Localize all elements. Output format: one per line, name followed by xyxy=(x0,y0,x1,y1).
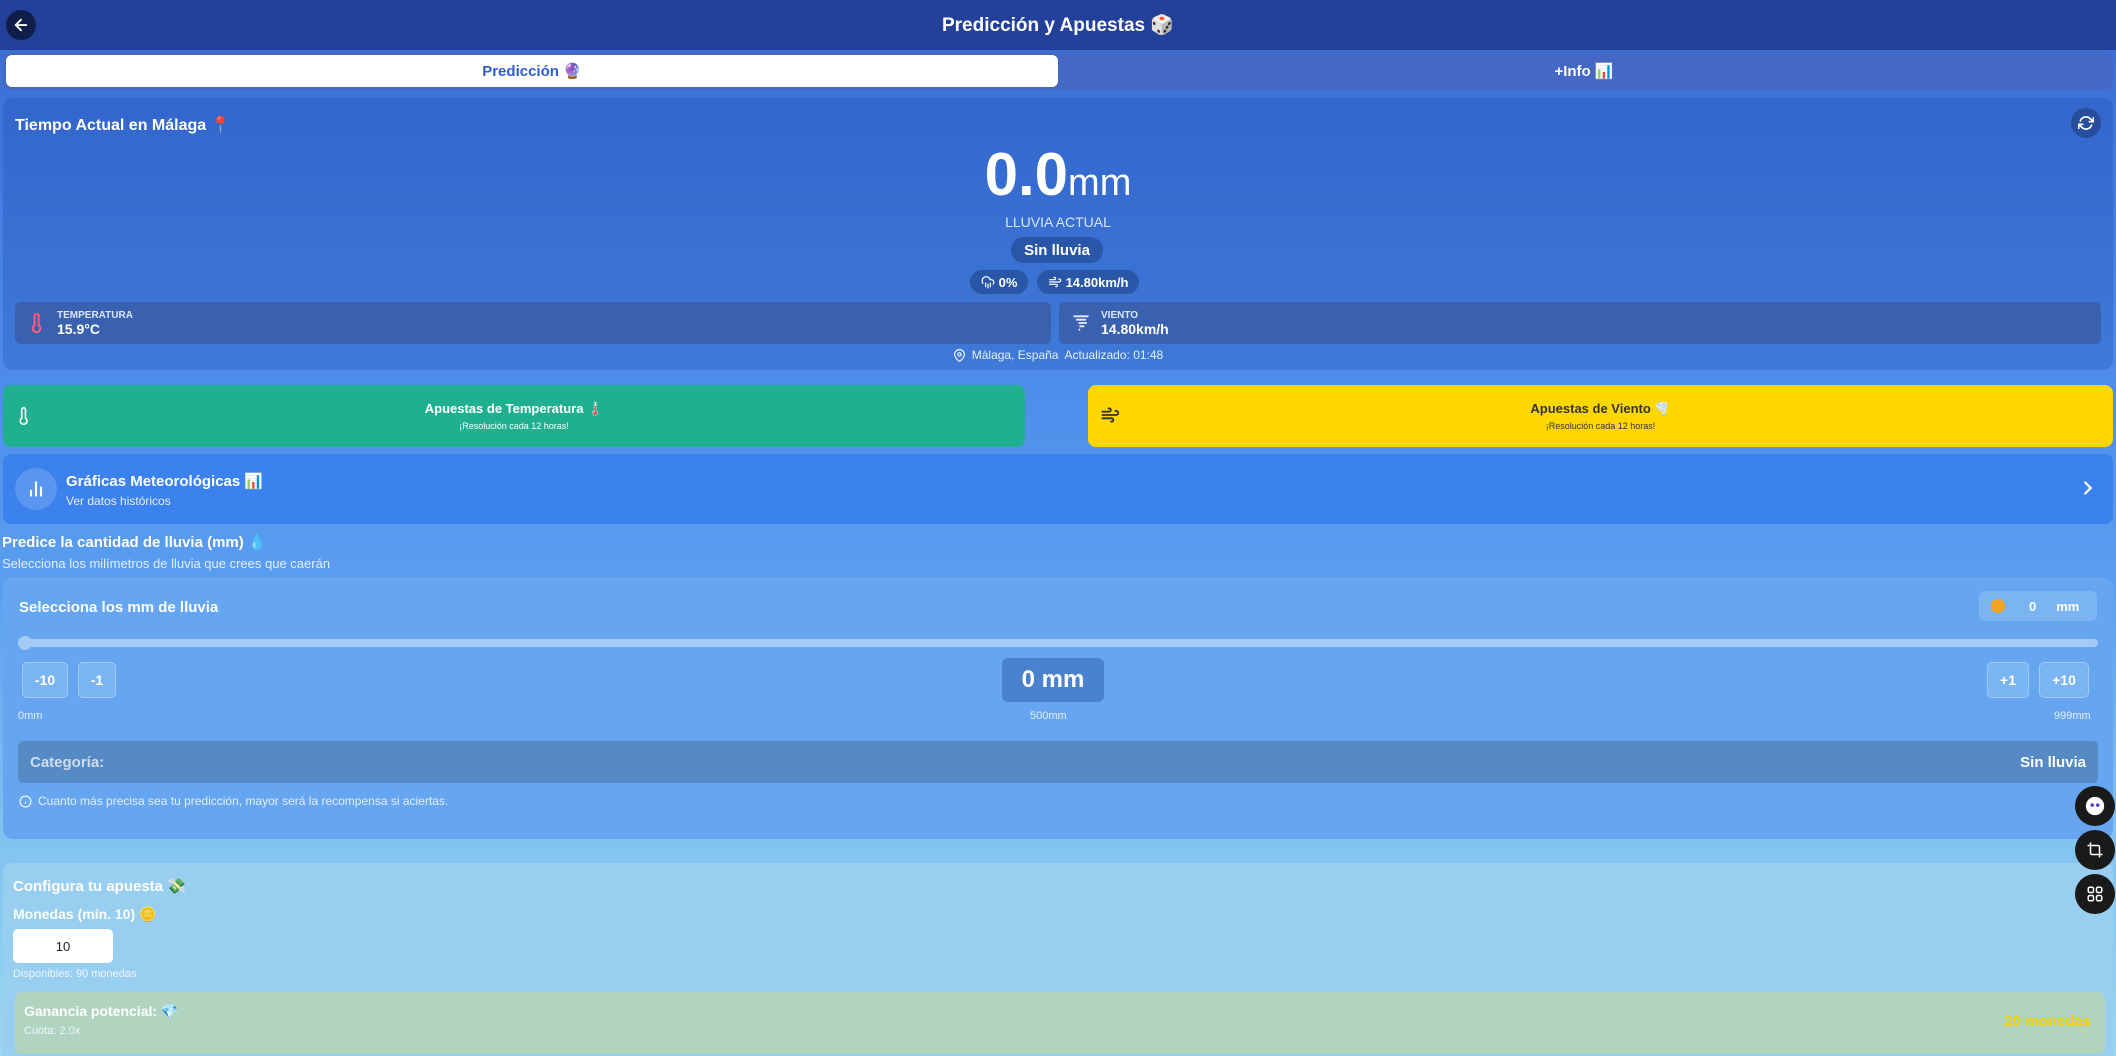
tab-info[interactable]: +Info 📊 xyxy=(1058,55,2110,87)
temperature-value: 15.9°C xyxy=(57,320,100,337)
precision-hint: Cuanto más precisa sea tu predicción, ma… xyxy=(19,794,448,808)
tab-prediccion[interactable]: Predicción 🔮 xyxy=(6,55,1058,87)
crop-button[interactable] xyxy=(2075,830,2115,870)
thermometer-icon xyxy=(31,313,42,333)
weather-title: Tiempo Actual en Málaga 📍 xyxy=(15,117,231,134)
updated-text: Actualizado: 01:48 xyxy=(1064,348,1164,362)
current-weather-card: Tiempo Actual en Málaga 📍 0.0mm LLUVIA A… xyxy=(3,98,2113,370)
gain-value: 20 monedas xyxy=(2004,1013,2091,1030)
scale-min-label: 0mm xyxy=(18,710,43,722)
cloud-rain-icon xyxy=(981,276,994,289)
page-title: Predicción y Apuestas 🎲 xyxy=(941,15,1175,36)
bar-chart-icon xyxy=(15,468,57,510)
wind-stat: VIENTO 14.80km/h xyxy=(1059,302,2101,344)
category-value: Sin lluvia xyxy=(2020,753,2086,771)
back-button[interactable] xyxy=(6,10,36,40)
grid-icon xyxy=(2087,886,2103,902)
temperature-bets-subtitle: ¡Resolución cada 12 horas! xyxy=(459,421,569,431)
predict-title: Predice la cantidad de lluvia (mm) 💧 xyxy=(2,534,267,551)
temperature-label: TEMPERATURA xyxy=(57,309,133,321)
rain-probability: 0% xyxy=(998,274,1018,290)
wind-icon xyxy=(1048,276,1061,288)
mm-unit: mm xyxy=(2056,598,2080,614)
charts-subtitle: Ver datos históricos xyxy=(66,494,171,508)
category-bar: Categoría: Sin lluvia xyxy=(18,741,2098,783)
rain-probability-pill: 0% xyxy=(970,270,1028,294)
wind-pill: 14.80km/h xyxy=(1037,270,1139,294)
gain-label: Ganancia potencial: 💎 xyxy=(24,1003,179,1019)
map-pin-icon xyxy=(953,348,965,362)
minus-1-button[interactable]: -1 xyxy=(78,662,116,698)
slider-title: Selecciona los mm de lluvia xyxy=(19,599,219,616)
available-coins: Disponibles: 90 monedas xyxy=(13,968,137,980)
tornado-icon xyxy=(1073,315,1089,331)
arrow-left-icon xyxy=(14,18,28,32)
weather-charts-link[interactable]: Gráficas Meteorológicas 📊 Ver datos hist… xyxy=(3,454,2113,524)
rain-label: LLUVIA ACTUAL xyxy=(1005,214,1111,230)
info-icon xyxy=(19,795,32,807)
category-label: Categoría: xyxy=(30,753,105,771)
bet-config-card: Configura tu apuesta 💸 Monedas (mín. 10)… xyxy=(3,863,2113,1056)
mm-value-box: 0 mm xyxy=(1979,591,2097,621)
rain-number: 0.0 xyxy=(984,141,1069,208)
hint-text: Cuanto más precisa sea tu predicción, ma… xyxy=(38,794,449,808)
plus-1-button[interactable]: +1 xyxy=(1987,662,2029,698)
wind-bets-button[interactable]: Apuestas de Viento 🌪️ ¡Resolución cada 1… xyxy=(1088,385,2113,447)
tab-bar: Predicción 🔮 +Info 📊 xyxy=(3,52,2113,90)
location-line: Málaga, España Actualizado: 01:48 xyxy=(3,348,2113,362)
wind-label: VIENTO xyxy=(1101,309,1139,321)
slider-thumb[interactable] xyxy=(18,636,32,650)
refresh-button[interactable] xyxy=(2071,108,2101,138)
assistant-button[interactable] xyxy=(2075,786,2115,826)
rain-value: 0.0mm xyxy=(3,140,2113,209)
cuota-text: Cuota: 2.0x xyxy=(24,1025,81,1037)
plus-10-button[interactable]: +10 xyxy=(2039,662,2089,698)
coins-label: Monedas (mín. 10) 🪙 xyxy=(13,906,157,922)
crop-icon xyxy=(2087,842,2103,858)
coin-icon xyxy=(1991,599,2005,613)
wind-value: 14.80km/h xyxy=(1101,320,1169,337)
rain-status-badge: Sin lluvia xyxy=(1011,237,1103,263)
rain-unit: mm xyxy=(1068,162,1132,204)
coins-input[interactable]: 10 xyxy=(13,929,113,963)
mm-value: 0 xyxy=(2029,598,2037,614)
wind-pill-value: 14.80km/h xyxy=(1065,274,1129,290)
rain-slider[interactable] xyxy=(18,636,2098,650)
rain-slider-card: Selecciona los mm de lluvia 0 mm -10 -1 … xyxy=(3,577,2113,839)
minus-10-button[interactable]: -10 xyxy=(22,662,68,698)
refresh-icon xyxy=(2078,116,2094,130)
robot-icon xyxy=(2085,796,2105,816)
apps-button[interactable] xyxy=(2075,874,2115,914)
scale-mid-label: 500mm xyxy=(1030,710,1067,722)
wind-bets-subtitle: ¡Resolución cada 12 horas! xyxy=(1545,421,1656,431)
chevron-right-icon xyxy=(2084,481,2092,495)
temperature-bets-title: Apuestas de Temperatura 🌡️ xyxy=(424,401,604,416)
temperature-bets-button[interactable]: Apuestas de Temperatura 🌡️ ¡Resolución c… xyxy=(3,385,1025,447)
scale-max-label: 999mm xyxy=(2054,710,2091,722)
temperature-stat: TEMPERATURA 15.9°C xyxy=(15,302,1051,344)
potential-gain-box: Ganancia potencial: 💎 Cuota: 2.0x 20 mon… xyxy=(15,992,2105,1054)
wind-bets-title: Apuestas de Viento 🌪️ xyxy=(1530,401,1671,416)
charts-title: Gráficas Meteorológicas 📊 xyxy=(66,473,264,490)
app-header: Predicción y Apuestas 🎲 xyxy=(0,0,2116,50)
config-title: Configura tu apuesta 💸 xyxy=(13,878,186,895)
predict-subtitle: Selecciona los milímetros de lluvia que … xyxy=(2,556,331,571)
mm-display: 0 mm xyxy=(1002,658,1104,702)
location-text: Málaga, España xyxy=(971,348,1059,362)
